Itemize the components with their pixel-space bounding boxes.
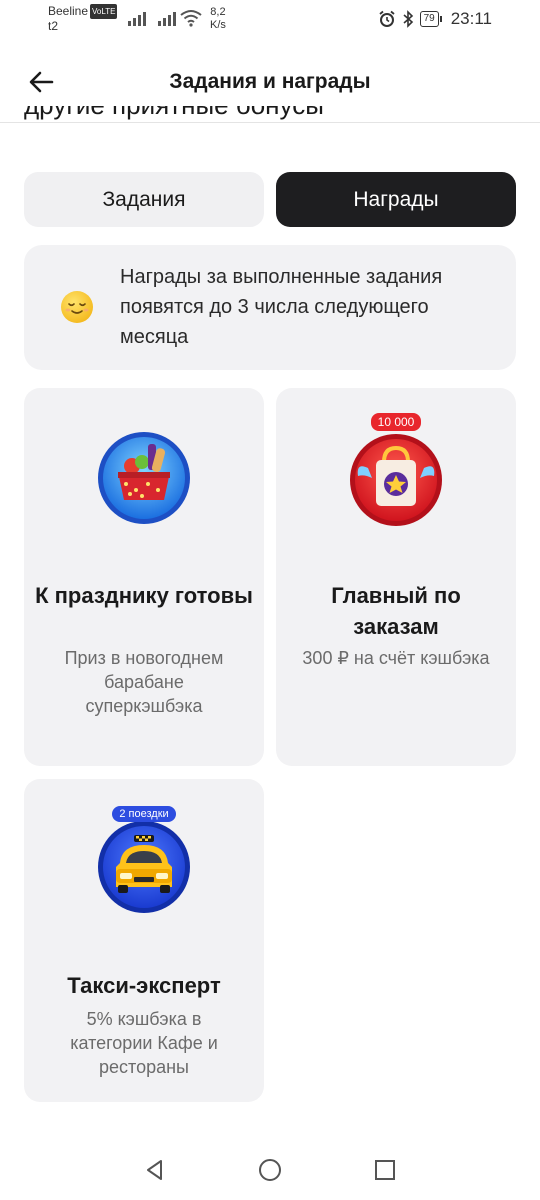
speed-value: 8,2 bbox=[210, 6, 226, 18]
system-nav-bar bbox=[0, 1140, 540, 1200]
reward-card-holiday[interactable]: К празднику готовы Приз в новогоднем бар… bbox=[24, 388, 264, 766]
status-right: 79 23:11 bbox=[378, 9, 492, 29]
network-speed: 8,2 K/s bbox=[210, 6, 226, 32]
carrier-name-1: Beeline bbox=[48, 4, 89, 18]
info-banner: Награды за выполненные задания появятся … bbox=[24, 245, 516, 370]
header-divider bbox=[0, 122, 540, 123]
taxi-car-icon bbox=[98, 821, 190, 913]
volte-badge: VoLTE bbox=[90, 4, 118, 19]
speed-unit: K/s bbox=[210, 19, 226, 31]
reward-title: Такси-эксперт bbox=[67, 973, 221, 998]
signal-icon bbox=[158, 10, 176, 26]
badge-label: 2 поездки bbox=[112, 806, 176, 822]
home-circle-icon[interactable] bbox=[257, 1157, 283, 1183]
smiling-face-icon bbox=[61, 291, 93, 323]
scrolled-subtitle: другие приятные бонусы bbox=[24, 106, 324, 122]
page-title: Задания и награды bbox=[169, 70, 371, 93]
clock: 23:11 bbox=[450, 9, 492, 28]
reward-description: Приз в новогоднем барабане суперкэшбэка bbox=[64, 648, 224, 716]
tab-rewards[interactable]: Награды bbox=[276, 172, 516, 227]
festive-basket-icon bbox=[98, 432, 190, 524]
wifi-icon bbox=[180, 10, 202, 27]
reward-title: Главный по заказам bbox=[331, 583, 461, 639]
carrier-info: Beeline VoLTE t2 bbox=[48, 4, 118, 34]
reward-description: 5% кэшбэка в категории Кафе и рестораны bbox=[70, 1009, 218, 1077]
signal-icon bbox=[128, 10, 146, 26]
battery-indicator: 79 bbox=[419, 11, 442, 27]
info-text: Награды за выполненные задания появятся … bbox=[120, 266, 443, 348]
tab-switcher: Задания Награды bbox=[24, 172, 516, 227]
alarm-icon bbox=[379, 10, 395, 27]
reward-card-orders[interactable]: 10 000 Главный по заказам 300 ₽ на счёт … bbox=[276, 388, 516, 766]
bluetooth-icon bbox=[403, 10, 413, 28]
shopping-bag-icon bbox=[350, 434, 442, 526]
reward-description: 300 ₽ на счёт кэшбэка bbox=[302, 648, 490, 668]
carrier-name-2: t2 bbox=[48, 19, 59, 33]
tab-tasks[interactable]: Задания bbox=[24, 172, 264, 227]
reward-title: К празднику готовы bbox=[35, 583, 253, 608]
badge-count: 2 поездки bbox=[24, 804, 264, 822]
back-triangle-icon[interactable] bbox=[142, 1157, 168, 1183]
reward-card-taxi[interactable]: 2 поездки Такси-эксперт 5% кэшбэка в кат… bbox=[24, 779, 264, 1102]
badge-label: 10 000 bbox=[370, 413, 422, 431]
badge-count: 10 000 bbox=[276, 413, 516, 431]
recents-square-icon[interactable] bbox=[372, 1157, 398, 1183]
app-header: Задания и награды bbox=[0, 52, 540, 114]
status-bar: Beeline VoLTE t2 8,2 K/s 79 23:11 bbox=[0, 0, 540, 40]
